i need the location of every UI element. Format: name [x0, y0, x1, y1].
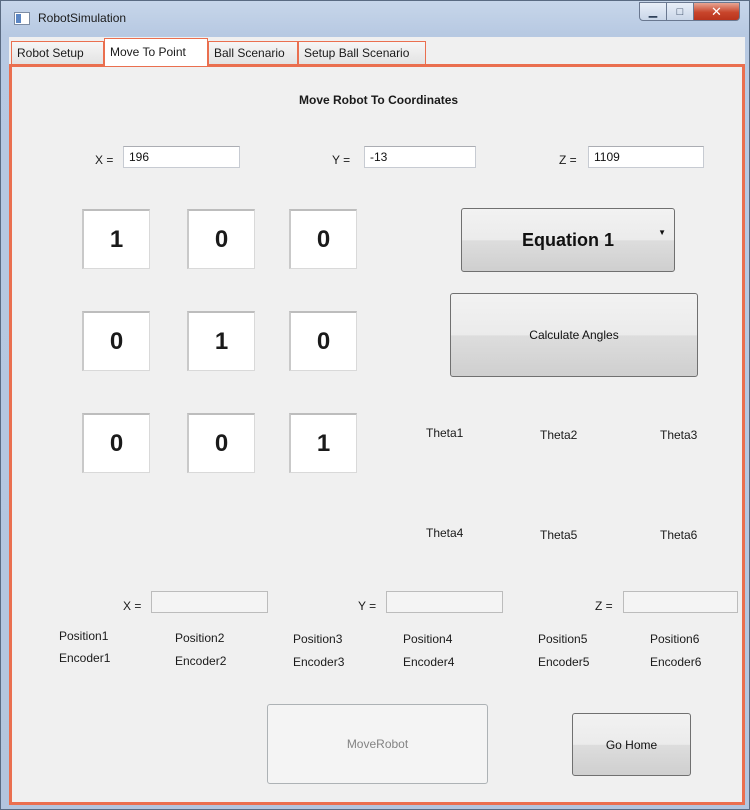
z-label: Z =: [559, 153, 577, 167]
equation-select-value: Equation 1: [521, 229, 614, 250]
calculate-angles-label: Calculate Angles: [529, 328, 619, 342]
minimize-icon: ▁: [648, 6, 658, 18]
window-controls: ▁ □ ✕: [639, 2, 740, 22]
move-robot-button[interactable]: MoveRobot: [267, 704, 488, 784]
matrix-cell-r2c2[interactable]: 1: [187, 311, 255, 371]
z-input[interactable]: 1109: [588, 146, 704, 168]
result-y-field[interactable]: [386, 591, 503, 613]
theta1-label: Theta1: [426, 426, 464, 440]
tab-move-to-point[interactable]: Move To Point: [104, 38, 208, 66]
maximize-icon: □: [676, 5, 684, 18]
encoder5-label: Encoder5: [538, 655, 590, 669]
encoder6-label: Encoder6: [650, 655, 702, 669]
matrix-cell-r2c1[interactable]: 0: [82, 311, 150, 371]
position2-label: Position2: [175, 631, 225, 645]
encoder3-label: Encoder3: [293, 655, 345, 669]
position3-label: Position3: [293, 632, 343, 646]
result-y-label: Y =: [358, 599, 377, 613]
matrix-cell-r1c1[interactable]: 1: [82, 209, 150, 269]
encoder2-label: Encoder2: [175, 654, 227, 668]
app-window: RobotSimulation ▁ □ ✕ Robot Setup Move T…: [0, 0, 750, 810]
title-bar[interactable]: RobotSimulation ▁ □ ✕: [1, 1, 749, 35]
tab-robot-setup[interactable]: Robot Setup: [11, 41, 104, 64]
tab-setup-ball-scenario[interactable]: Setup Ball Scenario: [298, 41, 426, 64]
x-label: X =: [95, 153, 114, 167]
theta6-label: Theta6: [660, 528, 698, 542]
client-area: Robot Setup Move To Point Ball Scenario …: [9, 37, 745, 805]
theta5-label: Theta5: [540, 528, 578, 542]
position6-label: Position6: [650, 632, 700, 646]
encoder1-label: Encoder1: [59, 651, 111, 665]
result-z-field[interactable]: [623, 591, 738, 613]
page-title: Move Robot To Coordinates: [299, 93, 459, 107]
result-z-label: Z =: [595, 599, 613, 613]
matrix-cell-r3c2[interactable]: 0: [187, 413, 255, 473]
y-input[interactable]: -13: [364, 146, 476, 168]
go-home-label: Go Home: [605, 737, 658, 752]
move-robot-label: MoveRobot: [346, 737, 409, 751]
tab-ball-scenario[interactable]: Ball Scenario: [208, 41, 298, 64]
app-icon: [14, 12, 30, 25]
calculate-angles-button[interactable]: Calculate Angles: [450, 293, 698, 377]
matrix-cell-r2c3[interactable]: 0: [289, 311, 357, 371]
close-button[interactable]: ✕: [694, 2, 740, 21]
close-icon: ✕: [711, 3, 722, 19]
y-label: Y =: [332, 153, 351, 167]
equation-select[interactable]: Equation 1 ▼: [461, 208, 675, 272]
position1-label: Position1: [59, 629, 109, 643]
position4-label: Position4: [403, 632, 453, 646]
maximize-button[interactable]: □: [667, 2, 694, 21]
result-x-label: X =: [123, 599, 142, 613]
matrix-cell-r1c3[interactable]: 0: [289, 209, 357, 269]
matrix-cell-r3c3[interactable]: 1: [289, 413, 357, 473]
result-x-field[interactable]: [151, 591, 268, 613]
encoder4-label: Encoder4: [403, 655, 455, 669]
go-home-button[interactable]: Go Home: [572, 713, 691, 776]
matrix-cell-r1c2[interactable]: 0: [187, 209, 255, 269]
matrix-cell-r3c1[interactable]: 0: [82, 413, 150, 473]
theta2-label: Theta2: [540, 428, 578, 442]
minimize-button[interactable]: ▁: [639, 2, 667, 21]
theta3-label: Theta3: [660, 428, 698, 442]
position5-label: Position5: [538, 632, 588, 646]
window-title: RobotSimulation: [38, 11, 127, 25]
theta4-label: Theta4: [426, 526, 464, 540]
tab-strip: Robot Setup Move To Point Ball Scenario …: [9, 37, 745, 66]
move-to-point-panel: Move Robot To Coordinates X = 196 Y = -1…: [9, 64, 745, 805]
dropdown-arrow-icon: ▼: [658, 228, 666, 237]
x-input[interactable]: 196: [123, 146, 240, 168]
